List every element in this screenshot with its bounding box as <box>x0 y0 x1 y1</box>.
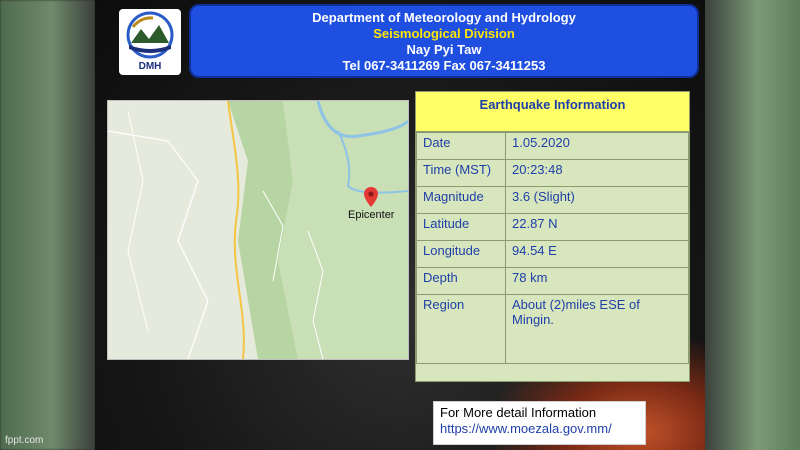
city-name: Nay Pyi Taw <box>406 42 482 57</box>
info-row-time: Time (MST) 20:23:48 <box>416 159 689 187</box>
epicenter-marker-icon <box>364 187 378 207</box>
info-value: 3.6 (Slight) <box>505 186 689 214</box>
more-info-box: For More detail Information https://www.… <box>433 401 646 445</box>
info-key: Date <box>416 132 506 160</box>
info-row-date: Date 1.05.2020 <box>416 132 689 160</box>
info-title: Earthquake Information <box>416 92 689 132</box>
fppt-watermark: fppt.com <box>5 435 44 446</box>
slide: DMH Department of Meteorology and Hydrol… <box>95 0 705 450</box>
background-right-panel <box>705 0 800 450</box>
info-value: 20:23:48 <box>505 159 689 187</box>
info-row-longitude: Longitude 94.54 E <box>416 240 689 268</box>
header-banner: Department of Meteorology and Hydrology … <box>189 4 699 78</box>
info-row-latitude: Latitude 22.87 N <box>416 213 689 241</box>
info-key: Depth <box>416 267 506 295</box>
info-key: Region <box>416 294 506 364</box>
dmh-logo: DMH <box>119 9 181 75</box>
info-table: Date 1.05.2020 Time (MST) 20:23:48 Magni… <box>416 132 689 364</box>
info-key: Longitude <box>416 240 506 268</box>
info-key: Latitude <box>416 213 506 241</box>
more-info-label: For More detail Information <box>440 405 597 420</box>
epicenter-label: Epicenter <box>348 209 395 221</box>
info-value: 1.05.2020 <box>505 132 689 160</box>
dmh-logo-text: DMH <box>139 61 162 72</box>
dmh-logo-icon: DMH <box>126 11 174 72</box>
info-key: Time (MST) <box>416 159 506 187</box>
contact-line: Tel 067-3411269 Fax 067-3411253 <box>342 58 546 73</box>
division-title: Seismological Division <box>373 26 515 41</box>
info-row-magnitude: Magnitude 3.6 (Slight) <box>416 186 689 214</box>
info-value: 94.54 E <box>505 240 689 268</box>
background-left-panel <box>0 0 95 450</box>
department-title: Department of Meteorology and Hydrology <box>312 10 576 25</box>
info-value: 22.87 N <box>505 213 689 241</box>
info-row-region: Region About (2)miles ESE of Mingin. <box>416 294 689 364</box>
epicenter-map[interactable]: Epicenter <box>107 100 409 360</box>
more-info-link[interactable]: https://www.moezala.gov.mm/ <box>440 421 639 437</box>
info-value: 78 km <box>505 267 689 295</box>
info-row-depth: Depth 78 km <box>416 267 689 295</box>
map-canvas <box>108 101 408 359</box>
info-value: About (2)miles ESE of Mingin. <box>505 294 689 364</box>
earthquake-info-panel: Earthquake Information Date 1.05.2020 Ti… <box>415 91 690 382</box>
info-key: Magnitude <box>416 186 506 214</box>
